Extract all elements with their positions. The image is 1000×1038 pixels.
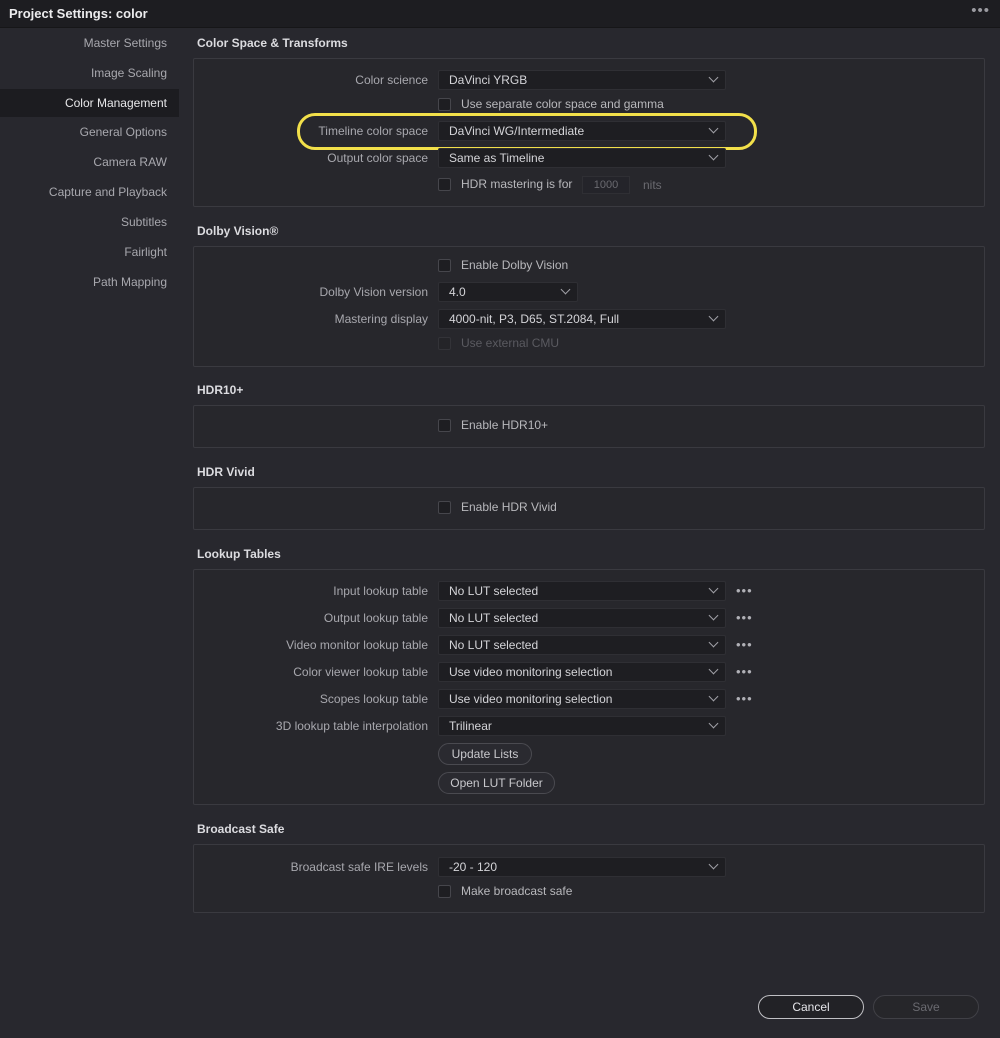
mastering-display-value: 4000-nit, P3, D65, ST.2084, Full (449, 312, 620, 326)
section-title-lookup-tables: Lookup Tables (197, 547, 281, 561)
output-color-space-value: Same as Timeline (449, 151, 545, 165)
chevron-down-icon (560, 284, 571, 295)
input-lut-value: No LUT selected (449, 584, 539, 598)
checkbox-box (438, 501, 451, 514)
color-viewer-lut-label: Color viewer lookup table (293, 665, 428, 679)
sidebar-item-camera-raw[interactable]: Camera RAW (0, 148, 179, 176)
video-monitor-lut-value: No LUT selected (449, 638, 539, 652)
checkbox-box (438, 259, 451, 272)
sidebar-item-image-scaling[interactable]: Image Scaling (0, 59, 179, 87)
video-monitor-lut-label: Video monitor lookup table (286, 638, 428, 652)
scopes-lut-more-icon[interactable]: ••• (736, 692, 753, 706)
chevron-down-icon (708, 150, 719, 161)
chevron-down-icon (708, 718, 719, 729)
lut-interpolation-value: Trilinear (449, 719, 492, 733)
scopes-lut-value: Use video monitoring selection (449, 692, 613, 706)
scopes-lut-dropdown[interactable]: Use video monitoring selection (438, 689, 726, 709)
video-monitor-lut-dropdown[interactable]: No LUT selected (438, 635, 726, 655)
output-color-space-label: Output color space (327, 151, 428, 165)
sidebar-item-subtitles[interactable]: Subtitles (0, 208, 179, 236)
dolby-version-value: 4.0 (449, 285, 466, 299)
mastering-display-dropdown[interactable]: 4000-nit, P3, D65, ST.2084, Full (438, 309, 726, 329)
broadcast-ire-label: Broadcast safe IRE levels (290, 860, 428, 874)
cancel-button[interactable]: Cancel (758, 995, 864, 1019)
checkbox-box (438, 178, 451, 191)
section-title-color-space: Color Space & Transforms (197, 36, 348, 50)
input-lut-more-icon[interactable]: ••• (736, 584, 753, 598)
sidebar-item-master-settings[interactable]: Master Settings (0, 29, 179, 57)
input-lut-dropdown[interactable]: No LUT selected (438, 581, 726, 601)
broadcast-ire-value: -20 - 120 (449, 860, 498, 874)
timeline-color-space-value: DaVinci WG/Intermediate (449, 124, 585, 138)
hdr-nits-unit: nits (643, 178, 662, 192)
mastering-display-label: Mastering display (334, 312, 428, 326)
chevron-down-icon (708, 583, 719, 594)
lut-interpolation-dropdown[interactable]: Trilinear (438, 716, 726, 736)
video-monitor-lut-more-icon[interactable]: ••• (736, 638, 753, 652)
lut-interpolation-label: 3D lookup table interpolation (275, 719, 428, 733)
output-lut-value: No LUT selected (449, 611, 539, 625)
output-lut-dropdown[interactable]: No LUT selected (438, 608, 726, 628)
lookup-tables-panel (193, 569, 985, 805)
timeline-color-space-dropdown[interactable]: DaVinci WG/Intermediate (438, 121, 726, 141)
output-lut-label: Output lookup table (323, 611, 428, 625)
section-title-dolby-vision: Dolby Vision® (197, 224, 279, 238)
chevron-down-icon (708, 691, 719, 702)
chevron-down-icon (708, 664, 719, 675)
color-science-dropdown[interactable]: DaVinci YRGB (438, 70, 726, 90)
hdr-nits-field[interactable]: 1000 (582, 176, 630, 194)
more-horizontal-icon[interactable]: ••• (971, 2, 990, 19)
section-title-hdr10: HDR10+ (197, 383, 244, 397)
broadcast-ire-dropdown[interactable]: -20 - 120 (438, 857, 726, 877)
color-viewer-lut-dropdown[interactable]: Use video monitoring selection (438, 662, 726, 682)
color-science-value: DaVinci YRGB (449, 73, 528, 87)
scopes-lut-label: Scopes lookup table (319, 692, 428, 706)
dolby-vision-panel (193, 246, 985, 367)
save-button[interactable]: Save (873, 995, 979, 1019)
separate-color-space-label: Use separate color space and gamma (461, 97, 664, 111)
enable-dolby-vision-label: Enable Dolby Vision (461, 258, 569, 272)
window-title: Project Settings: color (9, 6, 148, 21)
color-viewer-lut-more-icon[interactable]: ••• (736, 665, 753, 679)
section-title-broadcast-safe: Broadcast Safe (197, 822, 285, 836)
chevron-down-icon (708, 311, 719, 322)
sidebar-item-general-options[interactable]: General Options (0, 118, 179, 146)
color-viewer-lut-value: Use video monitoring selection (449, 665, 613, 679)
checkbox-box (438, 885, 451, 898)
hdr-mastering-label: HDR mastering is for (461, 177, 573, 191)
chevron-down-icon (708, 123, 719, 134)
dolby-version-label: Dolby Vision version (319, 285, 429, 299)
chevron-down-icon (708, 72, 719, 83)
update-lists-button[interactable]: Update Lists (438, 743, 532, 765)
sidebar-item-capture-and-playback[interactable]: Capture and Playback (0, 178, 179, 206)
open-lut-folder-button[interactable]: Open LUT Folder (438, 772, 555, 794)
output-lut-more-icon[interactable]: ••• (736, 611, 753, 625)
broadcast-safe-panel (193, 844, 985, 913)
sidebar-item-path-mapping[interactable]: Path Mapping (0, 268, 179, 296)
hdr-vivid-panel (193, 487, 985, 530)
chevron-down-icon (708, 637, 719, 648)
hdr10-panel (193, 405, 985, 448)
make-broadcast-safe-label: Make broadcast safe (461, 884, 573, 898)
dolby-version-dropdown[interactable]: 4.0 (438, 282, 578, 302)
enable-hdr-vivid-label: Enable HDR Vivid (461, 500, 557, 514)
output-color-space-dropdown[interactable]: Same as Timeline (438, 148, 726, 168)
sidebar-item-color-management[interactable]: Color Management (0, 89, 179, 117)
checkbox-box (438, 337, 451, 350)
input-lut-label: Input lookup table (333, 584, 428, 598)
title-bar: Project Settings: color ••• (0, 0, 1000, 28)
chevron-down-icon (708, 610, 719, 621)
sidebar-item-fairlight[interactable]: Fairlight (0, 238, 179, 266)
color-science-label: Color science (355, 73, 428, 87)
checkbox-box (438, 98, 451, 111)
external-cmu-label: Use external CMU (461, 336, 560, 350)
chevron-down-icon (708, 859, 719, 870)
timeline-color-space-label: Timeline color space (318, 124, 428, 138)
enable-hdr10-label: Enable HDR10+ (461, 418, 549, 432)
section-title-hdr-vivid: HDR Vivid (197, 465, 255, 479)
checkbox-box (438, 419, 451, 432)
